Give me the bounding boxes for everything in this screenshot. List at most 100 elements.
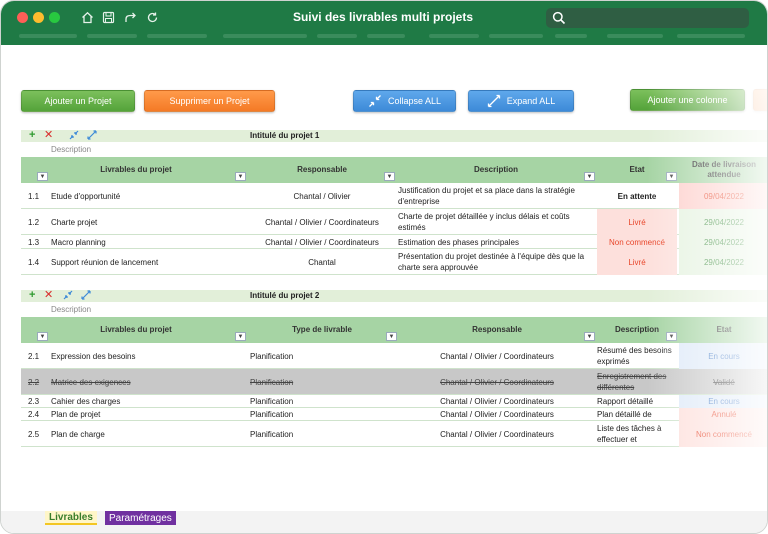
zoom-window-button[interactable] [49, 12, 60, 23]
filter-dropdown-button[interactable]: ▼ [666, 332, 677, 341]
row-number: 2.2 [28, 377, 40, 387]
search-icon [552, 11, 566, 25]
window-title: Suivi des livrables multi projets [292, 10, 474, 24]
col-header-responsable: Responsable [297, 165, 347, 174]
filter-dropdown-button[interactable]: ▼ [235, 332, 246, 341]
ribbon-tabs [1, 34, 767, 40]
status-badge: En cours [679, 343, 767, 369]
collapse-icon [369, 95, 381, 107]
close-window-button[interactable] [17, 12, 28, 23]
title-bar: Suivi des livrables multi projets [1, 1, 767, 45]
row-number: 2.1 [28, 351, 40, 361]
ribbon-tab[interactable] [677, 34, 745, 38]
col-header-livrables: Livrables du projet [100, 165, 172, 174]
col-header-description: Description [473, 165, 518, 174]
livrable-cell: Charte projet [51, 217, 98, 227]
col-header-etat: Etat [716, 325, 732, 334]
row-number: 2.5 [28, 429, 40, 439]
filter-dropdown-button[interactable]: ▼ [37, 332, 48, 341]
app-window: Suivi des livrables multi projets Ajoute… [0, 0, 768, 534]
add-icon[interactable]: + [29, 289, 35, 301]
filter-dropdown-button[interactable]: ▼ [37, 172, 48, 181]
collapse-all-button[interactable]: Collapse ALL [353, 90, 456, 112]
description-cell: Présentation du projet destinée à l'équi… [398, 252, 585, 272]
date-cell: 29/04/2022 [679, 249, 767, 275]
table-header: Livrables du projet ▼ ▼ Responsable ▼ De… [21, 157, 767, 183]
status-badge: Non commencé [597, 235, 677, 249]
redo-icon[interactable] [122, 9, 138, 25]
ribbon-tab[interactable] [19, 34, 77, 38]
responsable-cell: Chantal / Olivier [293, 191, 351, 201]
description-cell: Estimation des phases principales [398, 237, 519, 247]
livrable-cell: Etude d'opportunité [51, 191, 121, 201]
search-input[interactable] [546, 8, 749, 28]
table-row[interactable]: 1.2 Charte projet Chantal / Olivier / Co… [21, 209, 767, 235]
type-cell: Planification [250, 410, 294, 419]
type-cell: Planification [250, 397, 294, 406]
ribbon-tab[interactable] [87, 34, 137, 38]
status-badge: Livré [597, 249, 677, 275]
ribbon-tab[interactable] [429, 34, 479, 38]
ribbon-tab[interactable] [223, 34, 307, 38]
table-row[interactable]: 2.3 Cahier des charges Planification Cha… [21, 395, 767, 408]
ribbon-tab[interactable] [317, 34, 357, 38]
table-row[interactable]: 2.2 Matrice des exigences Planification … [21, 369, 767, 395]
ribbon-tab[interactable] [489, 34, 543, 38]
expand-icon [487, 94, 500, 108]
filter-dropdown-button[interactable]: ▼ [666, 172, 677, 181]
refresh-icon[interactable] [144, 9, 160, 25]
collapse-icon[interactable] [63, 290, 73, 303]
add-column-button[interactable]: Ajouter une colonne [630, 89, 745, 111]
delete-icon[interactable]: ✕ [44, 129, 53, 141]
type-cell: Planification [250, 429, 294, 439]
description-cell: Rapport détaillé [597, 397, 654, 406]
sheet-tab-livrables[interactable]: Livrables [45, 511, 97, 525]
add-project-button[interactable]: Ajouter un Projet [21, 90, 135, 112]
responsable-cell: Chantal / Olivier / Coordinateurs [440, 429, 554, 439]
filter-dropdown-button[interactable]: ▼ [584, 172, 595, 181]
ribbon-tab[interactable] [147, 34, 207, 38]
table-row[interactable]: 2.4 Plan de projet Planification Chantal… [21, 408, 767, 421]
partial-button[interactable] [753, 89, 767, 111]
table-row[interactable]: 2.1 Expression des besoins Planification… [21, 343, 767, 369]
col-header-livrables: Livrables du projet [100, 325, 172, 334]
sheet-tab-parametrages[interactable]: Paramétrages [105, 511, 176, 525]
ribbon-tab[interactable] [367, 34, 405, 38]
filter-dropdown-button[interactable]: ▼ [584, 332, 595, 341]
date-cell: 29/04/2022 [679, 209, 767, 235]
expand-icon[interactable] [87, 130, 97, 143]
project-title: Intitulé du projet 1 [250, 131, 320, 140]
table-row[interactable]: 1.1 Etude d'opportunité Chantal / Olivie… [21, 183, 767, 209]
expand-icon[interactable] [81, 290, 91, 303]
home-icon[interactable] [79, 9, 95, 25]
add-icon[interactable]: + [29, 129, 35, 141]
sheet-tab-bar: Livrables Paramétrages [1, 511, 767, 533]
status-badge: Annulé [679, 408, 767, 421]
expand-all-button[interactable]: Expand ALL [468, 90, 574, 112]
type-cell: Planification [250, 377, 294, 387]
table-row[interactable]: 2.5 Plan de charge Planification Chantal… [21, 421, 767, 447]
save-icon[interactable] [100, 9, 116, 25]
description-cell: Plan détaillé de [597, 410, 652, 419]
table-row[interactable]: 1.4 Support réunion de lancement Chantal… [21, 249, 767, 275]
ribbon-tab[interactable] [607, 34, 663, 38]
filter-dropdown-button[interactable]: ▼ [384, 172, 395, 181]
filter-dropdown-button[interactable]: ▼ [386, 332, 397, 341]
table-row[interactable]: 1.3 Macro planning Chantal / Olivier / C… [21, 235, 767, 249]
project-description-label: Description [51, 305, 92, 314]
delete-icon[interactable]: ✕ [44, 289, 53, 301]
responsable-cell: Chantal / Olivier / Coordinateurs [440, 351, 554, 361]
ribbon-tab[interactable] [555, 34, 587, 38]
row-number: 1.1 [28, 191, 40, 201]
collapse-icon[interactable] [69, 130, 79, 143]
delete-project-button[interactable]: Supprimer un Projet [144, 90, 275, 112]
minimize-window-button[interactable] [33, 12, 44, 23]
project-title: Intitulé du projet 2 [250, 291, 320, 300]
livrable-cell: Cahier des charges [51, 397, 121, 406]
filter-dropdown-button[interactable]: ▼ [235, 172, 246, 181]
description-cell: Résumé des besoins exprimés [597, 346, 672, 366]
project-2-header: + ✕ Intitulé du projet 2 [21, 289, 767, 303]
expand-all-label: Expand ALL [506, 96, 556, 106]
table-header: Livrables du projet ▼ ▼ Type de livrable… [21, 317, 767, 343]
status-badge: Validé [713, 377, 735, 387]
